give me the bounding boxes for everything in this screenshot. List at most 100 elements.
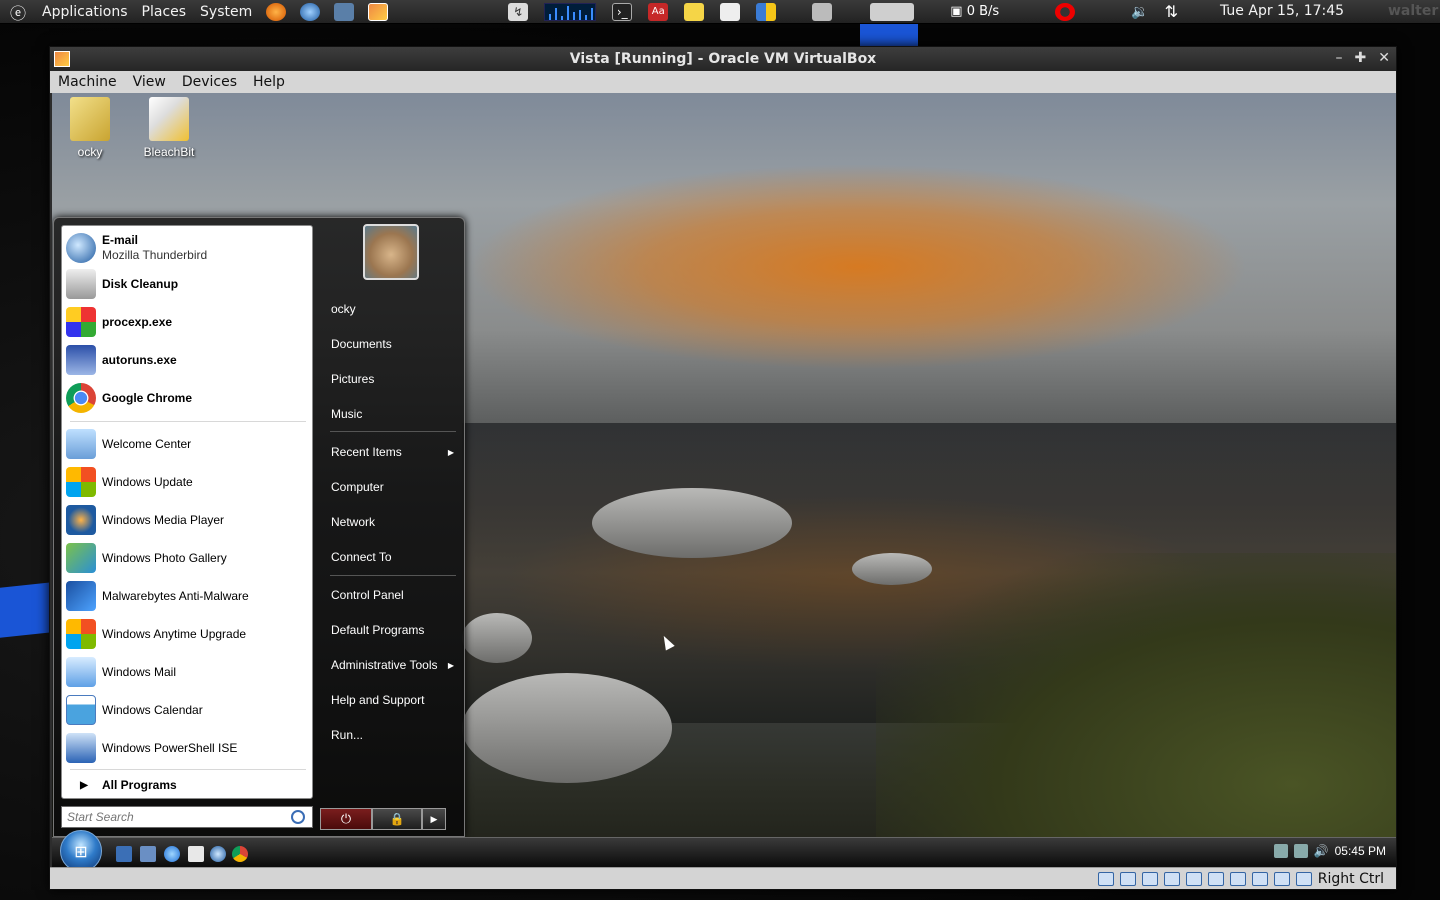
recent-anytime-upgrade[interactable]: Windows Anytime Upgrade [66,616,310,652]
close-button[interactable]: ✕ [1378,50,1390,66]
window-titlebar[interactable]: Vista [Running] - Oracle VM VirtualBox –… [50,47,1396,71]
start-search-input[interactable] [67,810,287,824]
menu-view[interactable]: View [127,74,172,90]
recent-windows-update[interactable]: Windows Update [66,464,310,500]
place-connect-to[interactable]: Connect To [328,546,458,568]
usb-status-icon[interactable] [1229,871,1246,886]
show-desktop-icon[interactable] [116,846,132,862]
pinned-email[interactable]: E-mail Mozilla Thunderbird [66,230,310,266]
virtualization-status-icon[interactable] [1251,871,1268,886]
pinned-label: E-mail [102,233,139,247]
system-menu[interactable]: System [200,4,252,20]
wallpaper-grass [876,553,1396,883]
shared-folders-status-icon[interactable] [1185,871,1202,886]
recent-powershell-ise[interactable]: Windows PowerShell ISE [66,730,310,766]
tray-volume-icon[interactable]: 🔊 [1314,844,1329,858]
maximize-button[interactable]: ✚ [1355,50,1367,66]
windows-update-icon [66,467,96,497]
menu-devices[interactable]: Devices [176,74,243,90]
place-music[interactable]: Music [328,403,458,425]
net-speed-indicator[interactable]: ▣ 0 B/s [950,4,999,19]
vbox-statusbar: Right Ctrl [50,867,1396,889]
place-run[interactable]: Run... [328,724,458,746]
place-administrative-tools[interactable]: Administrative Tools ▶ [328,654,458,676]
pinned-procexp[interactable]: procexp.exe [66,304,310,340]
lock-button[interactable]: 🔒 [372,808,422,830]
place-network[interactable]: Network [328,511,458,533]
place-computer[interactable]: Computer [328,476,458,498]
opera-icon[interactable] [1055,2,1076,21]
switch-windows-icon[interactable] [140,846,156,862]
host-clock[interactable]: Tue Apr 15, 17:45 [1220,3,1344,19]
workspace-icon[interactable] [756,2,777,21]
virtualbox-launcher-icon[interactable] [368,2,389,21]
files-icon[interactable] [334,2,355,21]
all-programs-button[interactable]: ▶ All Programs [66,774,310,796]
internet-explorer-icon[interactable] [164,846,180,862]
user-avatar[interactable] [363,224,419,280]
search-icon[interactable] [291,810,305,824]
place-documents[interactable]: Documents [328,333,458,355]
recent-photo-gallery[interactable]: Windows Photo Gallery [66,540,310,576]
terminal-icon[interactable]: ›_ [612,2,633,21]
volume-icon[interactable]: 🔉 [1131,4,1148,20]
power-icon: ⏻ [340,811,352,826]
display-status-icon[interactable] [1207,871,1224,886]
thunderbird-icon[interactable] [300,2,321,21]
gnome-foot-icon[interactable]: ⓔ [8,3,28,23]
places-menu[interactable]: Places [142,4,187,20]
optical-drive-status-icon[interactable] [1119,871,1136,886]
place-default-programs[interactable]: Default Programs [328,619,458,641]
audio-status-icon[interactable] [1141,871,1158,886]
tray-network-icon[interactable] [1293,844,1308,858]
recent-windows-calendar[interactable]: Windows Calendar [66,692,310,728]
chrome-icon[interactable] [232,846,248,862]
wallpaper-rock [852,553,932,585]
network-transfer-icon[interactable]: ⇅ [1165,2,1178,21]
dictionary-icon[interactable]: Aa [648,2,669,21]
recent-media-player[interactable]: Windows Media Player [66,502,310,538]
notes-icon[interactable] [684,2,705,21]
text-editor-icon[interactable] [720,2,741,21]
mouse-integration-icon[interactable] [1273,871,1290,886]
power-button[interactable]: ⏻ [320,808,372,830]
firefox-icon[interactable] [266,2,287,21]
start-search-box[interactable] [61,806,313,828]
recent-welcome-center[interactable]: Welcome Center [66,426,310,462]
menu-machine[interactable]: Machine [52,74,123,90]
hard-disk-status-icon[interactable] [1097,871,1114,886]
screenshot-icon[interactable]: ↯ [508,2,529,21]
workspace-switcher-icon[interactable] [870,2,915,21]
minimize-button[interactable]: – [1336,50,1343,66]
system-monitor-graph[interactable] [544,2,597,21]
guest-screen[interactable]: ocky BleachBit E-mail Mozilla Thunderbird… [52,93,1396,883]
place-control-panel[interactable]: Control Panel [328,584,458,606]
power-options-button[interactable]: ▶ [422,808,446,830]
procexp-icon [66,307,96,337]
keyboard-capture-icon[interactable] [1295,871,1312,886]
recent-malwarebytes[interactable]: Malwarebytes Anti-Malware [66,578,310,614]
recent-windows-mail[interactable]: Windows Mail [66,654,310,690]
recent-label: Windows PowerShell ISE [102,740,238,755]
tray-security-icon[interactable] [1273,844,1288,858]
pinned-disk-cleanup[interactable]: Disk Cleanup [66,266,310,302]
network-status-icon[interactable] [1163,871,1180,886]
place-user-folder[interactable]: ocky [328,298,458,320]
all-programs-separator [70,769,306,770]
pinned-autoruns[interactable]: autoruns.exe [66,342,310,378]
place-recent-items[interactable]: Recent Items ▶ [328,441,458,463]
applications-menu[interactable]: Applications [42,4,128,20]
camera-icon[interactable] [812,2,833,21]
pinned-chrome[interactable]: Google Chrome [66,380,310,416]
place-pictures[interactable]: Pictures [328,368,458,390]
start-orb-button[interactable]: ⊞ [60,830,102,872]
vista-clock[interactable]: 05:45 PM [1335,844,1386,858]
host-user-label[interactable]: walter [1388,3,1438,19]
vbox-menubar: Machine View Devices Help [50,71,1396,93]
desktop-icon-user-folder[interactable]: ocky [55,97,125,159]
desktop-icon-bleachbit[interactable]: BleachBit [134,97,204,159]
place-help-and-support[interactable]: Help and Support [328,689,458,711]
notepad-icon[interactable] [188,846,204,862]
menu-help[interactable]: Help [247,74,291,90]
thunderbird-icon[interactable] [210,846,226,862]
